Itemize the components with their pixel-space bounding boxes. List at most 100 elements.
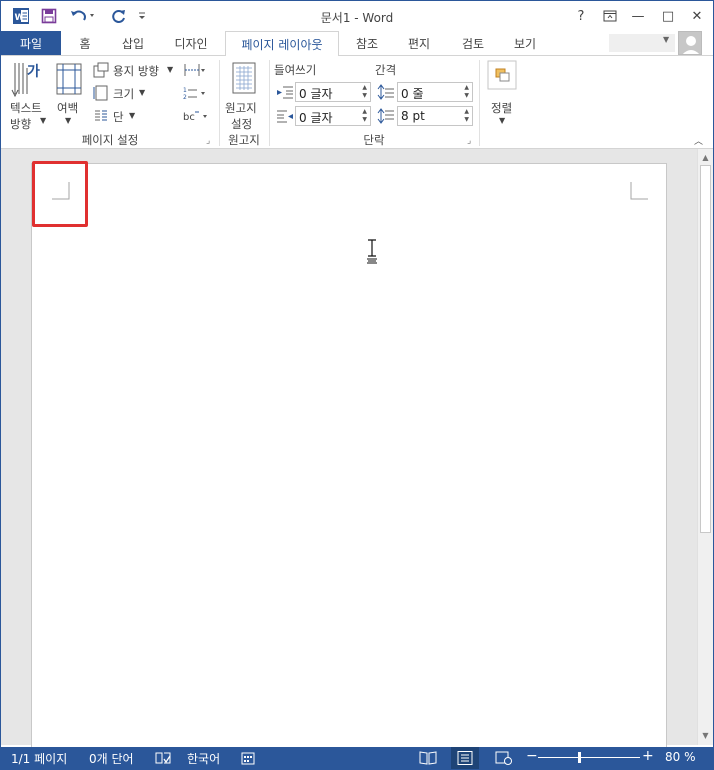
size-icon — [93, 85, 108, 101]
spacing-before-icon — [377, 84, 394, 100]
size-button[interactable]: 크기 ▼ — [93, 85, 153, 103]
spinner-arrows-icon[interactable]: ▲ ▼ — [464, 108, 469, 124]
manuscript-label-2: 설정 — [231, 117, 253, 131]
margins-button[interactable]: 여백 ▼ — [51, 60, 87, 130]
spacing-after-icon — [377, 108, 394, 124]
arrange-label: 정렬 — [491, 101, 513, 115]
ribbon: 가 텍스트 방향 ▼ 여백 ▼ 용지 방향 ▼ 크기 ▼ 단 ▼ 1 2 bc … — [1, 55, 713, 149]
scroll-up-icon[interactable]: ▲ — [698, 151, 713, 165]
margins-dropdown-icon: ▼ — [65, 116, 72, 125]
status-bar: 1/1 페이지 0개 단어 한국어 − + 80 % — [1, 747, 713, 769]
scroll-down-icon[interactable]: ▼ — [698, 729, 713, 743]
text-cursor-icon — [367, 239, 377, 264]
indent-left-icon — [277, 86, 293, 99]
zoom-out-button[interactable]: − — [526, 748, 538, 764]
ribbon-separator — [479, 60, 480, 146]
columns-button[interactable]: 단 ▼ — [93, 108, 143, 126]
text-direction-dropdown-icon: ▼ — [40, 116, 47, 125]
spacing-after-input[interactable]: 8 pt ▲ ▼ — [397, 106, 473, 126]
title-bar: W 문서1 - Word ? — □ ✕ — [1, 1, 713, 31]
indent-right-icon — [277, 110, 293, 123]
macro-recording-icon[interactable] — [241, 751, 255, 765]
margins-label: 여백 — [57, 101, 79, 115]
word-count[interactable]: 0개 단어 — [89, 750, 134, 767]
ribbon-separator — [219, 60, 220, 146]
svg-text:bc: bc — [183, 112, 195, 123]
zoom-in-button[interactable]: + — [642, 748, 654, 764]
size-dropdown-icon: ▼ — [139, 88, 146, 97]
breaks-button[interactable] — [183, 62, 213, 80]
arrange-button[interactable]: 정렬 ▼ — [485, 60, 521, 130]
size-label: 크기 — [113, 87, 135, 101]
line-numbers-button[interactable]: 12 — [183, 85, 213, 103]
indent-left-value: 0 글자 — [299, 87, 333, 101]
svg-text:1: 1 — [183, 87, 187, 94]
web-layout-icon[interactable] — [495, 751, 513, 765]
spacing-before-input[interactable]: 0 줄 ▲ ▼ — [397, 82, 473, 102]
tab-design[interactable]: 디자인 — [165, 31, 217, 55]
print-layout-icon — [457, 751, 473, 765]
columns-dropdown-icon: ▼ — [129, 111, 136, 120]
tab-mailings[interactable]: 편지 — [397, 31, 441, 55]
document-area[interactable] — [1, 149, 697, 763]
tab-home[interactable]: 홈 — [67, 31, 103, 55]
manuscript-settings-button[interactable]: 원고지 설정 — [223, 60, 265, 131]
spinner-arrows-icon[interactable]: ▲ ▼ — [464, 84, 469, 100]
maximize-button[interactable]: □ — [655, 5, 681, 27]
vertical-scrollbar[interactable]: ▲ ▼ — [697, 149, 713, 745]
tab-references[interactable]: 참조 — [345, 31, 389, 55]
manuscript-icon — [232, 62, 256, 94]
language[interactable]: 한국어 — [187, 750, 220, 767]
tab-file[interactable]: 파일 — [1, 31, 61, 55]
tab-insert[interactable]: 삽입 — [111, 31, 155, 55]
indent-right-value: 0 글자 — [299, 111, 333, 125]
orientation-button[interactable]: 용지 방향 ▼ — [93, 62, 177, 80]
print-layout-button[interactable] — [451, 747, 479, 769]
indent-label: 들여쓰기 — [274, 63, 317, 77]
close-button[interactable]: ✕ — [684, 5, 710, 27]
text-direction-label: 텍스트 — [10, 101, 42, 115]
proofing-icon[interactable] — [155, 751, 171, 765]
orientation-icon — [93, 62, 109, 78]
ribbon-display-button[interactable] — [597, 5, 623, 27]
spinner-arrows-icon[interactable]: ▲ ▼ — [362, 84, 367, 100]
help-button[interactable]: ? — [568, 5, 594, 27]
ribbon-tabs: 파일 홈 삽입 디자인 페이지 레이아웃 참조 편지 검토 보기 ▼ — [1, 31, 713, 56]
tab-view[interactable]: 보기 — [503, 31, 547, 55]
zoom-level[interactable]: 80 % — [665, 750, 696, 764]
scrollbar-thumb[interactable] — [700, 165, 711, 533]
text-direction-label-2: 방향 — [10, 117, 32, 131]
indent-right-input[interactable]: 0 글자 ▲ ▼ — [295, 106, 371, 126]
zoom-slider-thumb[interactable] — [577, 752, 581, 763]
manuscript-group-label: 원고지 — [228, 133, 260, 147]
spinner-arrows-icon[interactable]: ▲ ▼ — [362, 108, 367, 124]
manuscript-label: 원고지 — [225, 101, 257, 115]
indent-left-input[interactable]: 0 글자 ▲ ▼ — [295, 82, 371, 102]
read-mode-icon[interactable] — [419, 750, 437, 765]
page-count[interactable]: 1/1 페이지 — [11, 750, 67, 767]
account-dropdown-icon[interactable]: ▼ — [663, 35, 669, 44]
paragraph-launcher-icon[interactable]: ⌟ — [467, 136, 471, 146]
spacing-before-value: 0 줄 — [401, 87, 424, 101]
highlight-box — [32, 161, 88, 227]
tab-page-layout[interactable]: 페이지 레이아웃 — [225, 31, 339, 56]
hyphenation-button[interactable]: bc — [183, 108, 213, 126]
collapse-ribbon-icon[interactable]: ︿ — [694, 134, 703, 147]
minimize-button[interactable]: — — [625, 5, 651, 27]
word-window: W 문서1 - Word ? — □ ✕ 파일 홈 삽입 디자인 페이지 레이아… — [0, 0, 714, 770]
hyphenation-icon: bc — [183, 111, 207, 123]
ribbon-display-icon — [603, 10, 617, 22]
spacing-label: 간격 — [375, 63, 397, 77]
svg-text:2: 2 — [183, 94, 187, 101]
line-numbers-icon: 12 — [183, 87, 205, 101]
zoom-slider[interactable] — [538, 757, 640, 758]
crop-mark-top-right — [630, 182, 648, 200]
columns-icon — [95, 110, 107, 121]
text-direction-button[interactable]: 가 텍스트 방향 ▼ — [7, 60, 47, 131]
document-page[interactable] — [31, 163, 667, 763]
breaks-icon — [184, 64, 205, 76]
ribbon-separator — [269, 60, 270, 146]
tab-review[interactable]: 검토 — [451, 31, 495, 55]
page-setup-launcher-icon[interactable]: ⌟ — [206, 136, 210, 146]
avatar[interactable] — [678, 31, 702, 55]
